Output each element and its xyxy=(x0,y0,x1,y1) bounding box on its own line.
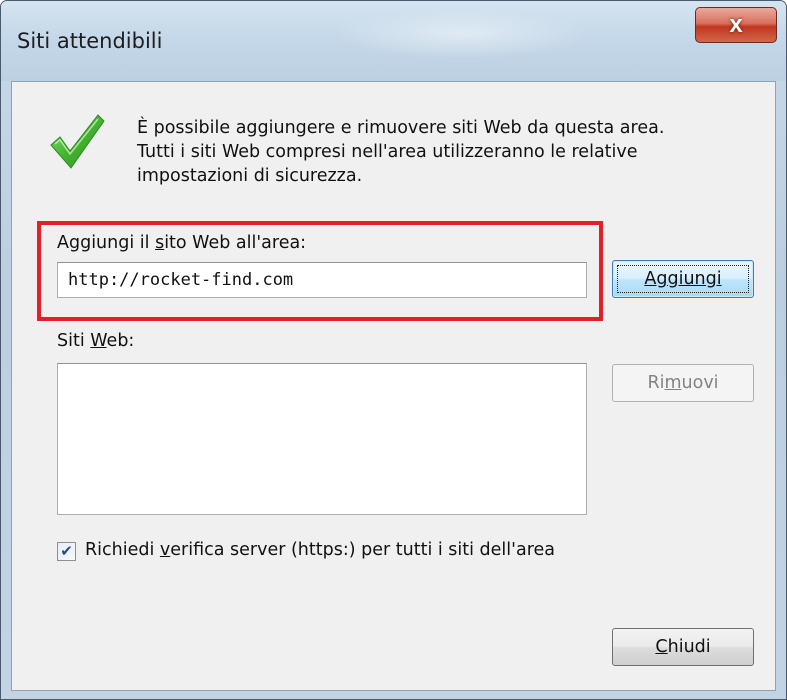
info-line: È possibile aggiungere e rimuovere siti … xyxy=(137,118,665,138)
remove-button[interactable]: Rimuovi xyxy=(612,364,754,402)
add-site-label: Aggiungi il sito Web all'area: xyxy=(57,233,307,253)
title-bar[interactable]: Siti attendibili x xyxy=(1,1,786,81)
trusted-sites-dialog: Siti attendibili x È possibile aggiunger… xyxy=(0,0,787,700)
info-line: impostazioni di sicurezza. xyxy=(137,166,363,186)
close-button[interactable]: Chiudi xyxy=(612,628,754,666)
require-https-checkbox[interactable]: ✔ xyxy=(57,542,76,561)
dialog-title: Siti attendibili xyxy=(17,29,163,53)
close-icon: x xyxy=(729,11,743,38)
remove-button-label: Rimuovi xyxy=(647,373,719,393)
close-button-label: Chiudi xyxy=(655,637,711,657)
checkbox-check-icon: ✔ xyxy=(60,542,73,560)
require-https-label[interactable]: Richiedi verifica server (https:) per tu… xyxy=(85,540,555,560)
info-line: Tutti i siti Web compresi nell'area util… xyxy=(137,142,638,162)
info-text: È possibile aggiungere e rimuovere siti … xyxy=(137,116,757,188)
add-button[interactable]: Aggiungi xyxy=(612,260,754,298)
websites-list[interactable] xyxy=(57,363,587,515)
checkmark-icon xyxy=(50,114,105,169)
websites-label: Siti Web: xyxy=(57,331,135,351)
add-site-input[interactable] xyxy=(57,262,587,298)
close-window-button[interactable]: x xyxy=(695,7,777,43)
